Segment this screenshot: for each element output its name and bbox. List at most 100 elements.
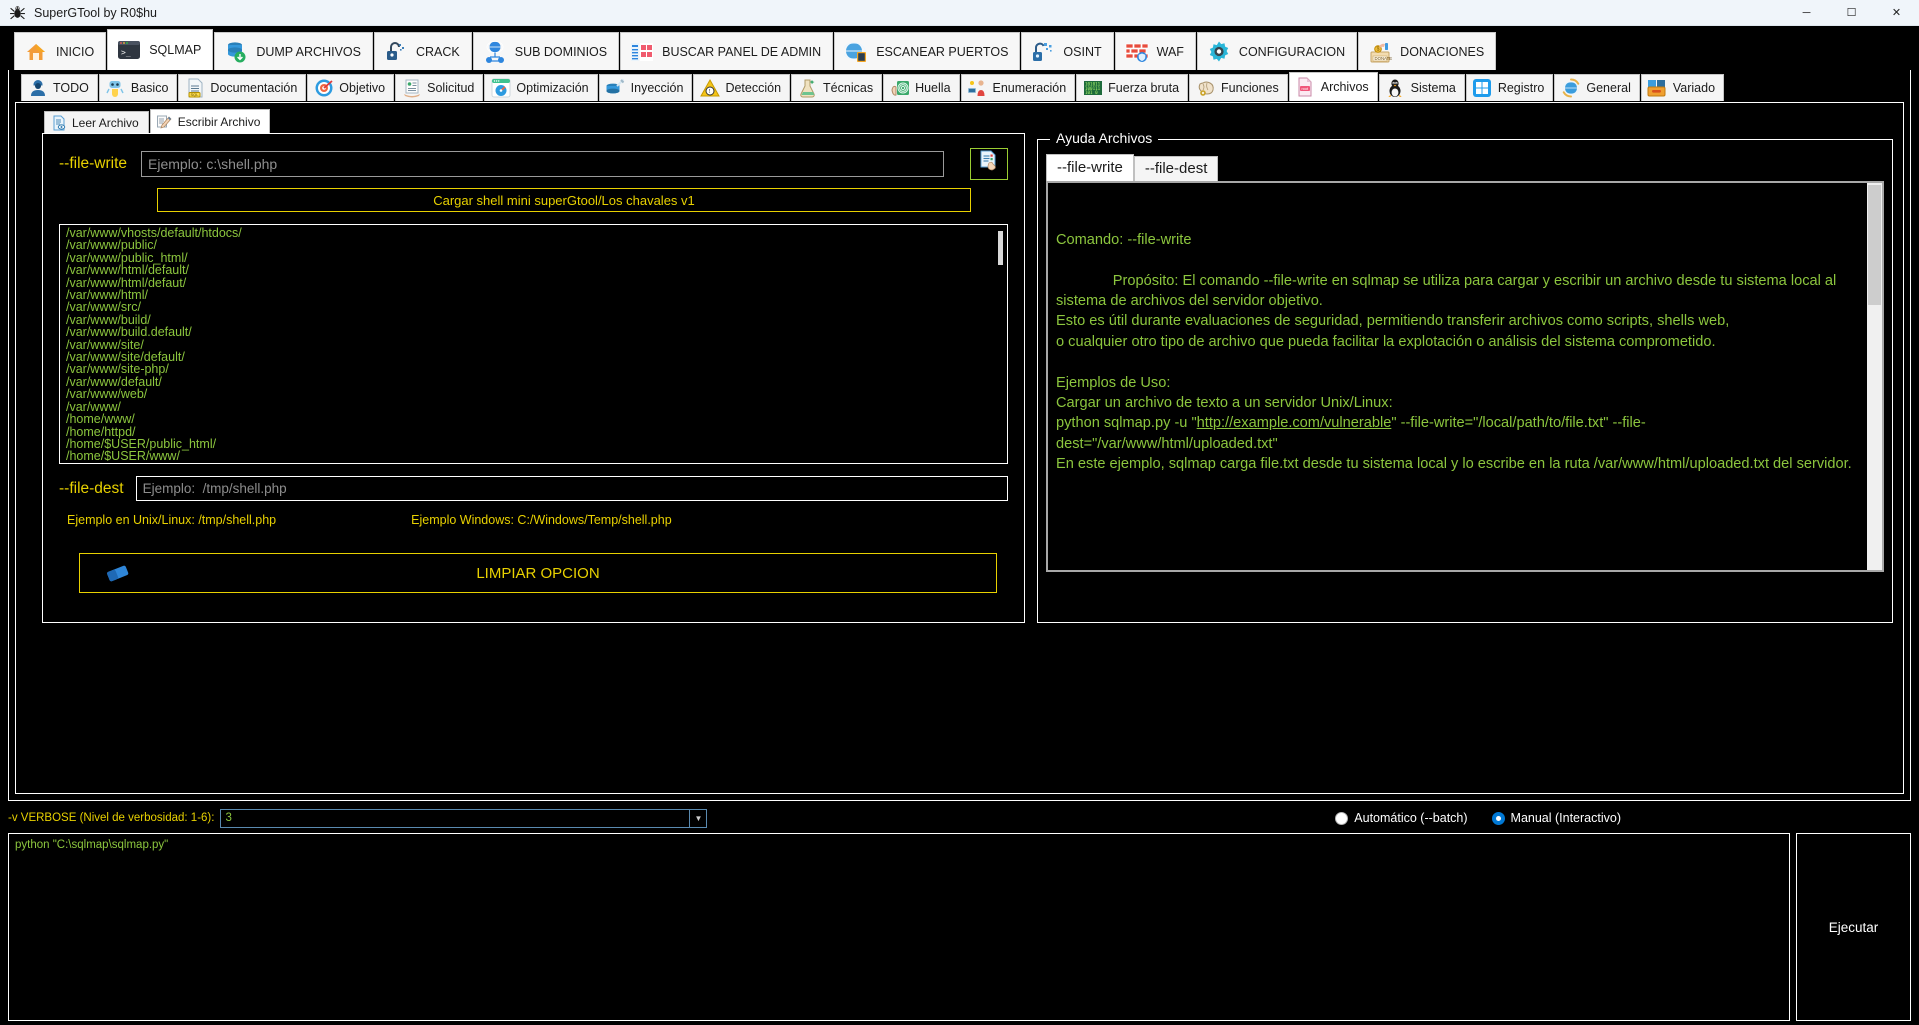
list-item[interactable]: /var/www/src/: [66, 301, 994, 314]
leaf-tab-label: Escribir Archivo: [177, 114, 261, 129]
paths-scrollbar-thumb[interactable]: [998, 231, 1003, 265]
radio-automatico[interactable]: Automático (--batch): [1335, 811, 1468, 825]
sub-tab-basico[interactable]: Basico: [98, 74, 178, 101]
output-row: python "C:\sqlmap\sqlmap.py" Ejecutar: [8, 833, 1911, 1021]
maximize-button[interactable]: ☐: [1829, 0, 1874, 26]
list-item[interactable]: /var/www/: [66, 400, 994, 413]
suggested-paths-list[interactable]: /var/www/vhosts/default/htdocs/ /var/www…: [59, 224, 1008, 464]
chevron-down-icon[interactable]: ▼: [689, 809, 707, 827]
toolbar-label: BUSCAR PANEL DE ADMIN: [662, 44, 822, 59]
sub-tab-label: Inyección: [630, 81, 684, 95]
list-item[interactable]: /var/www/html/: [66, 289, 994, 302]
list-item[interactable]: /var/www/html/default/: [66, 264, 994, 277]
minimize-button[interactable]: ─: [1784, 0, 1829, 26]
sub-tab-deteccion[interactable]: ! Detección: [693, 74, 791, 101]
help-text-content: Comando: --file-write Propósito: El coma…: [1048, 183, 1867, 570]
sub-tab-fuerza-bruta[interactable]: 101011 100111 101 0 Fuerza bruta: [1076, 74, 1189, 101]
list-item[interactable]: /var/www/public_html/: [66, 251, 994, 264]
tab-escribir-archivo[interactable]: Escribir Archivo: [149, 109, 271, 133]
sub-tab-funciones[interactable]: Funciones: [1189, 74, 1288, 101]
list-item[interactable]: /var/www/html/defaut/: [66, 276, 994, 289]
sub-tab-inyeccion[interactable]: Inyección: [598, 74, 693, 101]
toolbar-label: INICIO: [56, 44, 95, 59]
list-item[interactable]: /var/www/build/: [66, 313, 994, 326]
sub-tab-label: Archivos: [1320, 80, 1369, 94]
example-url-link[interactable]: http://example.com/vulnerable: [1197, 415, 1392, 431]
load-mini-shell-button[interactable]: Cargar shell mini superGtool/Los chavale…: [157, 188, 971, 212]
radio-automatico-label: Automático (--batch): [1354, 811, 1468, 825]
window-title: SuperGTool by R0$hu: [34, 5, 157, 20]
list-item[interactable]: /var/www/public/: [66, 239, 994, 252]
list-item[interactable]: /var/www/web/: [66, 388, 994, 401]
radio-manual-dot[interactable]: [1491, 811, 1505, 825]
sub-tab-label: TODO: [53, 81, 89, 95]
list-item[interactable]: /var/www/default/: [66, 375, 994, 388]
clear-option-button[interactable]: LIMPIAR OPCION: [79, 553, 997, 593]
toolbar-item-osint[interactable]: OSINT: [1021, 32, 1114, 70]
globe-network-icon: [482, 39, 508, 65]
help-tab-file-dest[interactable]: --file-dest: [1133, 156, 1219, 181]
paths-ul: /var/www/vhosts/default/htdocs/ /var/www…: [60, 225, 994, 463]
sub-tab-enumeracion[interactable]: Enumeración: [960, 74, 1076, 101]
list-item[interactable]: /var/www/site/: [66, 338, 994, 351]
sub-tab-documentacion[interactable]: SQL Documentación: [178, 74, 307, 101]
toolbar-item-buscar-panel-admin[interactable]: BUSCAR PANEL DE ADMIN: [620, 32, 834, 70]
toolbar-item-crack[interactable]: CRACK: [373, 32, 472, 70]
windows-icon: [1472, 78, 1493, 99]
list-item[interactable]: /var/www/vhosts/default/htdocs/: [66, 227, 994, 240]
sub-tab-variado[interactable]: Variado: [1640, 74, 1725, 101]
warning-radar-icon: !: [699, 78, 720, 99]
close-button[interactable]: ✕: [1874, 0, 1919, 26]
tab-leer-archivo[interactable]: Leer Archivo: [44, 111, 149, 133]
help-column: Ayuda Archivos --file-write --file-dest …: [1037, 130, 1893, 623]
paths-scrollbar[interactable]: [994, 225, 1007, 463]
file-dest-label: --file-dest: [59, 479, 124, 497]
toolbar-item-inicio[interactable]: INICIO: [14, 32, 107, 70]
verbose-select[interactable]: 3 ▼: [220, 808, 708, 828]
database-syringe-icon: [605, 78, 626, 99]
help-scrollbar-thumb[interactable]: [1868, 185, 1881, 305]
list-item[interactable]: /home/$USER/www/: [66, 450, 994, 463]
sub-tab-solicitud[interactable]: Solicitud: [395, 74, 484, 101]
list-item[interactable]: /var/www/site-php/: [66, 363, 994, 376]
sub-tab-label: Registro: [1497, 81, 1545, 95]
toolbar-item-configuracion[interactable]: CONFIGURACION: [1196, 32, 1358, 70]
execute-button[interactable]: Ejecutar: [1796, 833, 1911, 1021]
file-dest-input[interactable]: [135, 476, 1008, 501]
sub-tab-archivos[interactable]: root Archivos: [1288, 72, 1378, 101]
sub-tab-todo[interactable]: TODO: [21, 74, 98, 101]
toolbar-item-sub-dominios[interactable]: SUB DOMINIOS: [472, 32, 620, 70]
help-scrollbar[interactable]: [1867, 183, 1882, 570]
toolbox-icon: [1647, 78, 1668, 99]
toolbar-item-sqlmap[interactable]: >_ SQLMAP: [107, 29, 214, 70]
radio-automatico-dot[interactable]: [1335, 811, 1349, 825]
help-tab-file-write[interactable]: --file-write: [1046, 154, 1134, 181]
sub-tab-sistema[interactable]: Sistema: [1378, 74, 1465, 101]
list-item[interactable]: /var/www/build.default/: [66, 326, 994, 339]
toolbar-item-donaciones[interactable]: DONATE $ DONACIONES: [1358, 32, 1497, 70]
sub-tab-huella[interactable]: Huella: [883, 74, 960, 101]
radio-manual[interactable]: Manual (Interactivo): [1491, 811, 1621, 825]
hacker-icon: [27, 78, 48, 99]
sub-toolbar: TODO Basico SQL Documentación Objetivo S…: [9, 70, 1910, 101]
sub-tab-registro[interactable]: Registro: [1465, 74, 1554, 101]
list-item[interactable]: /var/www/site/default/: [66, 351, 994, 364]
sub-tab-optimizacion[interactable]: Optimización: [484, 74, 598, 101]
request-form-icon: [401, 78, 422, 99]
file-write-input[interactable]: [141, 151, 944, 177]
svg-text:SQL: SQL: [190, 92, 199, 97]
sub-tab-tecnicas[interactable]: Técnicas: [791, 74, 883, 101]
svg-text:$: $: [1377, 46, 1380, 52]
toolbar-item-dump-archivos[interactable]: DUMP ARCHIVOS: [214, 32, 373, 70]
browse-file-button[interactable]: [970, 148, 1008, 180]
brain-gear-icon: [1195, 78, 1216, 99]
command-console[interactable]: python "C:\sqlmap\sqlmap.py": [8, 833, 1790, 1021]
globe-scan-icon: [843, 39, 869, 65]
toolbar-item-escanear-puertos[interactable]: ESCANEAR PUERTOS: [834, 32, 1021, 70]
list-item[interactable]: /home/www/: [66, 413, 994, 426]
sub-tab-general[interactable]: General: [1554, 74, 1640, 101]
help-tabstrip: --file-write --file-dest: [1038, 154, 1892, 181]
sub-tab-objetivo[interactable]: Objetivo: [307, 74, 395, 101]
list-item[interactable]: /home/$USER/public_html/: [66, 437, 994, 450]
toolbar-item-waf[interactable]: WAF: [1114, 32, 1196, 70]
